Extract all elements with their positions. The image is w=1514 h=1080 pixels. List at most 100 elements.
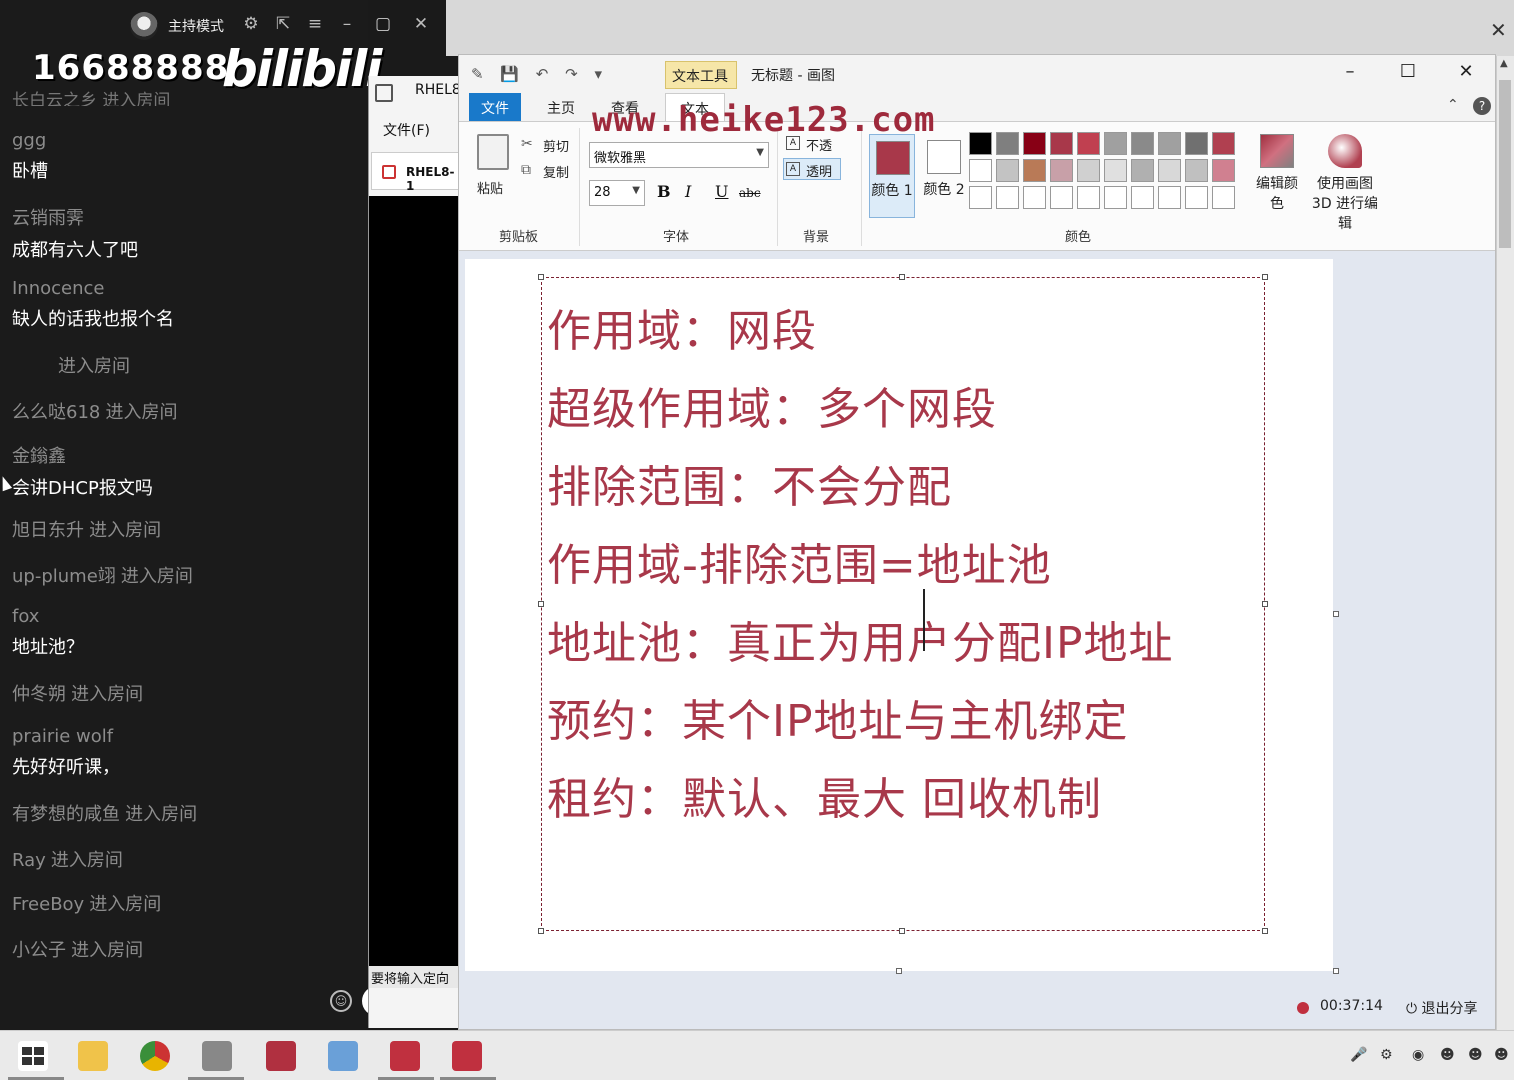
edit-colors-button[interactable]: 编辑颜色 [1251,134,1303,214]
drawing-canvas[interactable]: 作用域：网段 超级作用域：多个网段 排除范围：不会分配 作用域-排除范围=地址池… [465,259,1333,971]
canvas-resize-handle[interactable] [1333,968,1339,974]
color-swatch[interactable] [969,159,992,182]
close-icon[interactable]: ✕ [1490,18,1507,42]
underline-button[interactable]: U [715,182,728,201]
tab-file[interactable]: 文件 [469,93,521,121]
resize-handle[interactable] [1262,601,1268,607]
chat-username[interactable]: 金鎓鑫 [12,442,153,468]
color1-button[interactable]: 颜色 1 [869,134,915,218]
color2-button[interactable]: 颜色 2 [921,134,967,218]
menu-icon[interactable]: ≡ [304,14,326,34]
scroll-up-icon[interactable]: ▲ [1500,58,1508,69]
color-swatch[interactable] [1104,186,1127,209]
smile-icon[interactable]: ☺ [330,990,352,1012]
strikethrough-button[interactable]: abc [739,186,761,200]
color-swatch[interactable] [1023,132,1046,155]
color-swatch[interactable] [1185,186,1208,209]
help-icon[interactable]: ? [1473,97,1491,115]
scissors-icon[interactable]: ✂ [521,136,533,152]
paint-icon[interactable] [328,1041,358,1071]
resize-handle[interactable] [899,274,905,280]
color-swatch[interactable] [1185,159,1208,182]
transparent-option[interactable]: A 透明 [783,158,841,180]
color-swatch[interactable] [1212,132,1235,155]
chat-username[interactable]: prairie wolf [12,726,120,747]
chat-username[interactable]: 有梦想的咸鱼 [12,804,120,825]
color-swatch[interactable] [996,132,1019,155]
chrome-icon[interactable] [140,1041,170,1071]
tray-app-icon[interactable]: ☻ [1468,1047,1483,1063]
resize-handle[interactable] [1262,274,1268,280]
exit-share-button[interactable]: ⏻ 退出分享 [1406,998,1478,1018]
tray-app-icon[interactable]: ◉ [1412,1047,1424,1063]
chat-username[interactable]: 么么哒618 [12,402,100,423]
color-swatch[interactable] [1104,159,1127,182]
color-swatch[interactable] [1212,186,1235,209]
resize-handle[interactable] [538,274,544,280]
color-swatch[interactable] [1185,132,1208,155]
chat-username[interactable]: ggg [12,130,48,151]
chat-username[interactable]: up-plume翊 [12,566,116,587]
color-swatch[interactable] [1023,159,1046,182]
color-swatch[interactable] [1131,159,1154,182]
close-icon[interactable]: ✕ [410,14,432,34]
color-swatch[interactable] [1131,186,1154,209]
color-swatch[interactable] [1050,186,1073,209]
bold-button[interactable]: B [657,182,671,201]
color-swatch[interactable] [1158,132,1181,155]
chat-username[interactable]: 云销雨霁 [12,204,138,230]
chat-username[interactable]: Innocence [12,278,174,299]
windows-start-icon[interactable] [18,1041,48,1071]
resize-handle[interactable] [899,928,905,934]
maximize-icon[interactable]: ▢ [372,14,394,34]
scrollbar-thumb[interactable] [1499,80,1511,248]
color-swatch[interactable] [1104,132,1127,155]
color-swatch[interactable] [1050,159,1073,182]
color-swatch[interactable] [1158,186,1181,209]
copy-button[interactable]: 复制 [543,162,569,181]
app-red-icon-2[interactable] [452,1041,482,1071]
chat-username[interactable]: fox [12,606,84,627]
paste-button[interactable]: 粘贴 [477,178,503,197]
chat-username[interactable]: 仲冬朔 [12,684,66,705]
vm-console[interactable] [369,196,461,966]
file-explorer-icon[interactable] [78,1041,108,1071]
settings-icon[interactable]: ⚙ [240,14,262,34]
host-mode-label[interactable]: 主持模式 [168,16,224,36]
color-swatch[interactable] [1077,159,1100,182]
color-swatch[interactable] [1158,159,1181,182]
color-swatch[interactable] [996,159,1019,182]
minimize-icon[interactable]: – [1335,61,1365,82]
color-swatch[interactable] [1212,159,1235,182]
tray-app-icon[interactable]: ⚙ [1380,1047,1393,1063]
color-swatch[interactable] [1023,186,1046,209]
maximize-icon[interactable]: ☐ [1393,61,1423,82]
media-icon[interactable] [266,1041,296,1071]
host-avatar[interactable] [130,12,158,40]
color-swatch[interactable] [1131,132,1154,155]
color-swatch[interactable] [1050,132,1073,155]
tab-rhel8[interactable]: RHEL8-1 [371,152,461,193]
paste-icon[interactable] [477,134,509,170]
microphone-icon[interactable]: 🎤 [1350,1047,1367,1063]
font-family-select[interactable]: 微软雅黑 ▼ [589,142,769,168]
resize-handle[interactable] [538,928,544,934]
color-swatch[interactable] [1077,132,1100,155]
tab-home[interactable]: 主页 [537,93,585,121]
chat-username[interactable]: Ray [12,850,46,871]
app-red-icon[interactable] [390,1041,420,1071]
canvas-resize-handle[interactable] [1333,611,1339,617]
color-swatch[interactable] [1077,186,1100,209]
tray-app-icon[interactable]: ☻ [1440,1047,1455,1063]
popout-icon[interactable]: ⇱ [272,14,294,34]
menu-file[interactable]: 文件(F) [383,120,430,140]
copy-icon[interactable]: ⧉ [521,162,531,178]
resize-handle[interactable] [538,601,544,607]
minimize-icon[interactable]: – [336,14,358,34]
cut-button[interactable]: 剪切 [543,136,569,155]
chat-username[interactable]: 小公子 [12,940,66,961]
collapse-ribbon-icon[interactable]: ⌃ [1447,97,1459,113]
quick-access-toolbar[interactable]: ✎ 💾 ↶ ↷ ▾ [471,65,608,83]
close-icon[interactable]: ✕ [1451,61,1481,82]
resize-handle[interactable] [1262,928,1268,934]
